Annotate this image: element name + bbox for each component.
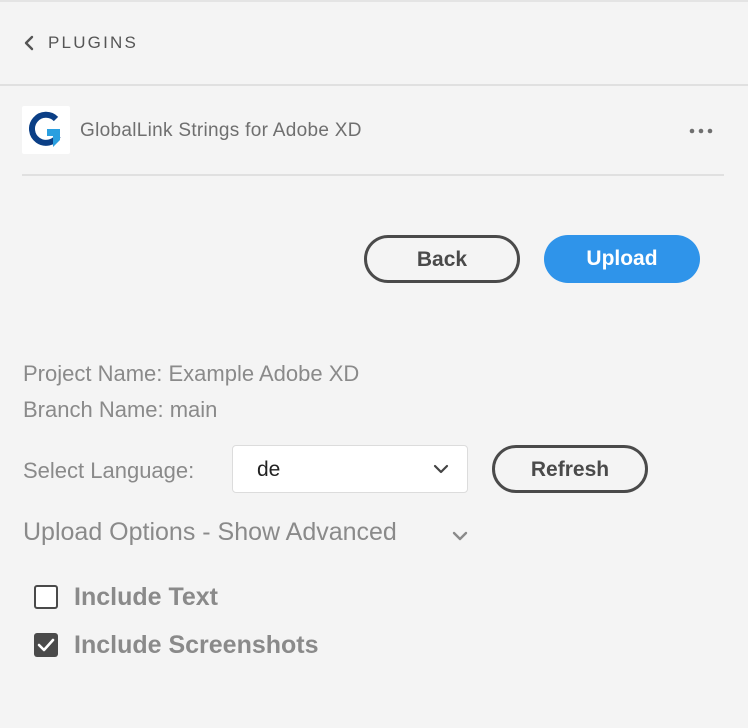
branch-name-text: Branch Name: main: [23, 397, 218, 422]
upload-button[interactable]: Upload: [544, 235, 700, 283]
chevron-down-icon: [433, 464, 449, 474]
chevron-down-icon[interactable]: [451, 530, 469, 542]
more-horizontal-icon[interactable]: [688, 126, 714, 136]
include-text-checkbox[interactable]: [34, 585, 58, 609]
checkmark-icon: [37, 638, 55, 652]
panel-header: PLUGINS: [0, 2, 748, 86]
plugin-name: GlobalLink Strings for Adobe XD: [80, 120, 362, 141]
back-button[interactable]: Back: [364, 235, 520, 283]
globallink-logo-icon: [22, 106, 70, 154]
select-language-label: Select Language:: [23, 458, 195, 483]
plugin-row: GlobalLink Strings for Adobe XD: [22, 104, 724, 176]
project-name-text: Project Name: Example Adobe XD: [23, 361, 360, 386]
language-selected-value: de: [257, 458, 281, 481]
upload-options-toggle[interactable]: Upload Options - Show Advanced: [23, 518, 397, 547]
plugins-back-link[interactable]: PLUGINS: [48, 33, 138, 53]
include-screenshots-checkbox[interactable]: [34, 633, 58, 657]
language-select[interactable]: de: [232, 445, 468, 493]
chevron-left-icon[interactable]: [22, 34, 36, 52]
refresh-button[interactable]: Refresh: [492, 445, 648, 493]
include-screenshots-label[interactable]: Include Screenshots: [74, 631, 319, 660]
include-text-label[interactable]: Include Text: [74, 583, 218, 612]
